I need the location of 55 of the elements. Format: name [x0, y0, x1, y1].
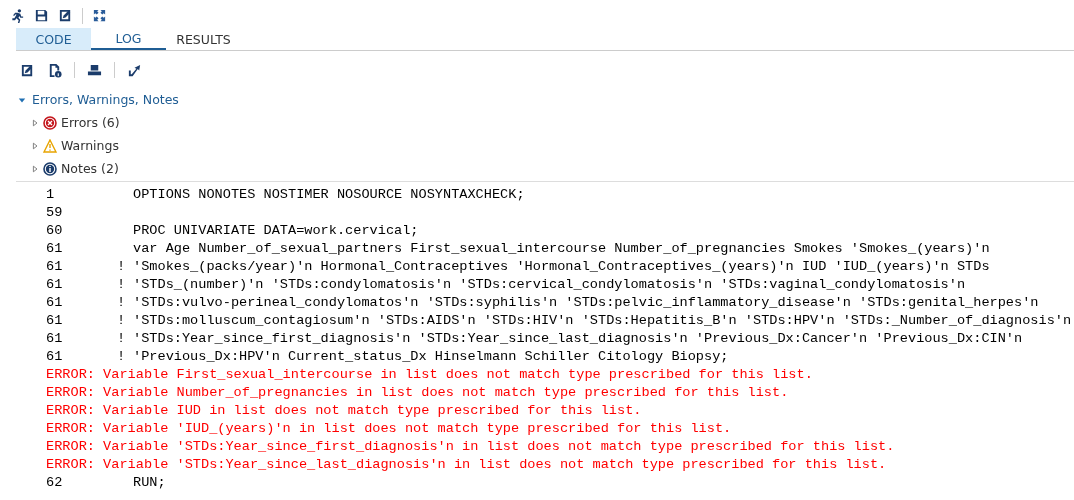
log-line: PROC UNIVARIATE DATA=work.cervical; — [133, 222, 419, 240]
error-message: ERROR: Variable IUD in list does not match type prescribed for this list. — [46, 402, 642, 420]
error-icon — [43, 115, 57, 130]
tree-node[interactable]: Errors, Warnings, Notes — [32, 92, 179, 107]
save-icon[interactable] — [20, 62, 35, 78]
continuation-mark: ! — [117, 277, 126, 292]
document-info-icon[interactable] — [47, 62, 62, 78]
log-line: OPTIONS NONOTES NOSTIMER NOSOURCE NOSYNTAXCHECK; — [133, 186, 525, 204]
error-message: ERROR: Variable Number_of_pregnancies in list does not match type prescribed for this list. — [46, 384, 789, 402]
tree-node[interactable]: Notes (2) — [61, 161, 119, 176]
expand-icon[interactable] — [31, 141, 39, 150]
maximize-icon[interactable] — [92, 8, 107, 23]
line-number: 1 — [46, 186, 56, 204]
line-number: 61 — [46, 276, 64, 294]
error-message: ERROR: Variable 'IUD_(years)'n in list does not match type prescribed for this list. — [46, 420, 732, 438]
expand-icon[interactable] — [31, 164, 39, 173]
run-icon[interactable] — [10, 8, 25, 23]
warning-icon — [43, 138, 57, 153]
line-number: 61 — [46, 330, 64, 348]
log-line: RUN; — [133, 474, 166, 492]
error-message: ERROR: Variable 'STDs:Year_since_first_diagnosis'n in list does not match type prescribed for this list. — [46, 438, 895, 456]
log-line: var Age Number_of_sexual_partners First_sexual_intercourse Number_of_pregnancies Smokes 'Smokes_(years)'n — [133, 240, 990, 258]
continuation-mark: ! — [117, 349, 126, 364]
tab[interactable]: CODE — [16, 28, 91, 50]
continuation-mark: ! — [117, 313, 126, 328]
log-line: 'Smokes_(packs/year)'n Hormonal_Contraceptives 'Hormonal_Contraceptives_(years)'n IUD 'IUD_(years)'n STDs — [133, 258, 990, 276]
expand-icon[interactable] — [31, 118, 39, 127]
line-number: 61 — [46, 258, 64, 276]
expand-icon[interactable] — [18, 95, 26, 104]
line-number: 62 — [46, 474, 64, 492]
error-message: ERROR: Variable 'STDs:Year_since_last_diagnosis'n in list does not match type prescribed for this list. — [46, 456, 887, 474]
line-number: 59 — [46, 204, 64, 222]
line-number: 61 — [46, 312, 64, 330]
info-icon — [43, 161, 57, 176]
log-line: 'STDs_(number)'n 'STDs:condylomatosis'n 'STDs:cervical_condylomatosis'n 'STDs:vaginal_condylomatosis'n — [133, 276, 966, 294]
tab[interactable]: RESULTS — [166, 28, 241, 50]
log-line: 'STDs:molluscum_contagiosum'n 'STDs:AIDS'n 'STDs:HIV'n 'STDs:Hepatitis_B'n 'STDs:HPV'n 'STDs:_Number_of_diagnosis'n — [133, 312, 1072, 330]
continuation-mark: ! — [117, 295, 126, 310]
save-icon[interactable] — [34, 8, 49, 23]
error-message: ERROR: Variable First_sexual_intercourse in list does not match type prescribed for this list. — [46, 366, 813, 384]
log-line: 'STDs:Year_since_first_diagnosis'n 'STDs:Year_since_last_diagnosis'n 'Previous_Dx:Cancer'n 'Previous_Dx:CIN'n — [133, 330, 1023, 348]
log-line: 'Previous_Dx:HPV'n Current_status_Dx Hinselmann Schiller Citology Biopsy; — [133, 348, 729, 366]
continuation-mark: ! — [117, 259, 126, 274]
tab[interactable]: LOG — [91, 28, 166, 50]
print-icon[interactable] — [87, 62, 102, 78]
line-number: 61 — [46, 240, 64, 258]
open-in-window-icon[interactable] — [127, 62, 142, 78]
tree-node[interactable]: Errors (6) — [61, 115, 120, 130]
line-number: 60 — [46, 222, 64, 240]
tree-node[interactable]: Warnings — [61, 138, 119, 153]
continuation-mark: ! — [117, 331, 126, 346]
line-number: 61 — [46, 294, 64, 312]
log-line: 'STDs:vulvo-perineal_condylomatos'n 'STDs:syphilis'n 'STDs:pelvic_inflammatory_disease'n 'STDs:genital_herpes'n — [133, 294, 1039, 312]
line-number: 61 — [46, 348, 64, 366]
save-as-icon[interactable] — [58, 8, 73, 23]
